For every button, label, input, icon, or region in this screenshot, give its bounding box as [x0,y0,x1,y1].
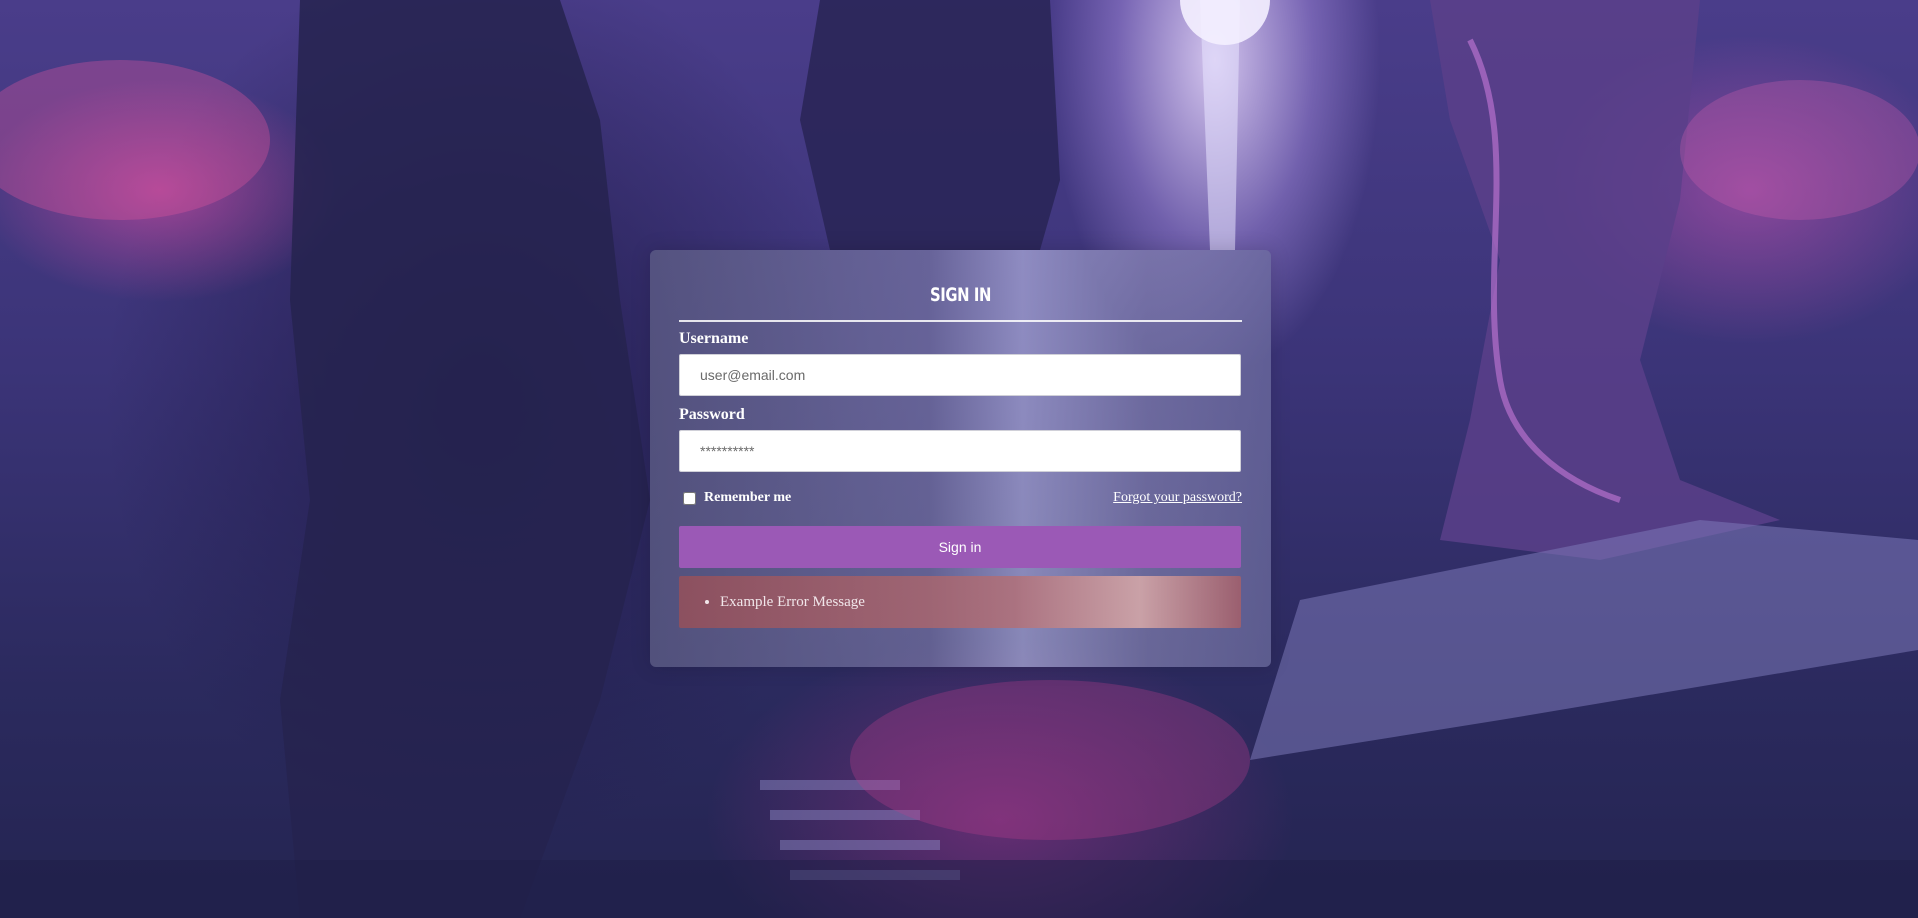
central-rock [800,0,1060,250]
password-label: Password [679,406,745,423]
remember-me-checkbox[interactable] [683,491,696,505]
forgot-password-link[interactable]: Forgot your password? [1113,490,1242,506]
tree-trunk [1430,0,1780,560]
error-message-box: Example Error Message [679,576,1241,628]
title-divider [679,320,1242,322]
stairs [760,780,960,880]
password-input[interactable] [679,430,1241,472]
remember-me-label: Remember me [704,490,792,505]
error-message: Example Error Message [720,576,1241,628]
login-card: SIGN IN Username Password Remember me Fo… [650,250,1271,667]
username-label: Username [679,330,749,347]
sign-in-title: SIGN IN [929,284,992,306]
sign-in-button[interactable]: Sign in [679,526,1241,568]
remember-me[interactable]: Remember me [679,490,791,506]
left-cliff [280,0,650,918]
waterfall [1200,0,1240,250]
moon [1180,0,1270,45]
pink-foliage-left [0,60,270,220]
pink-flowers-bottom [850,680,1250,840]
stone-path [1250,520,1918,760]
error-list: Example Error Message [679,576,1241,628]
pink-foliage-right [1680,80,1918,220]
tree-highlight [1467,38,1621,503]
username-input[interactable] [679,354,1241,396]
options-row: Remember me Forgot your password? [679,486,1242,510]
